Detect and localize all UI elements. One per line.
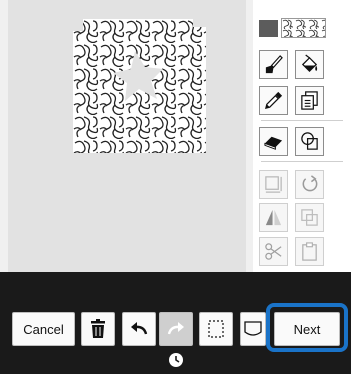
mirror-button[interactable] <box>259 203 288 232</box>
tool-panel <box>253 0 351 272</box>
duplicate-icon <box>301 209 318 226</box>
paintbrush-icon <box>265 55 283 74</box>
clock-icon <box>168 352 184 368</box>
overlap-shapes-icon <box>301 132 318 150</box>
paintbrush-fill-button[interactable] <box>259 50 288 79</box>
eyedropper-icon <box>265 91 283 109</box>
duplicate-button[interactable] <box>295 203 324 232</box>
trash-icon <box>91 319 105 338</box>
stipple-pattern-region <box>73 19 206 153</box>
mirror-flip-icon <box>265 209 282 226</box>
stacked-pages-icon <box>301 91 318 110</box>
status-strip <box>0 272 351 302</box>
editor-window: Cancel Next <box>0 0 351 374</box>
delete-button[interactable] <box>81 312 115 346</box>
paste-button[interactable] <box>295 237 324 266</box>
undo-button[interactable] <box>122 312 156 346</box>
redo-button[interactable] <box>159 312 193 346</box>
edit-canvas[interactable] <box>8 0 246 272</box>
cancel-label: Cancel <box>23 321 64 337</box>
rotate-button[interactable] <box>295 170 324 199</box>
eyedropper-button[interactable] <box>259 86 288 115</box>
fill-pattern-swatch[interactable] <box>281 18 326 38</box>
tool-separator <box>261 120 343 121</box>
resize-icon <box>265 176 282 193</box>
frame-shape-button[interactable] <box>240 312 266 346</box>
frame-shape-icon <box>244 321 262 336</box>
scissors-icon <box>265 243 282 260</box>
paint-bucket-button[interactable] <box>295 50 324 79</box>
tool-separator <box>261 161 343 162</box>
select-area-button[interactable] <box>199 312 233 346</box>
cut-button[interactable] <box>259 237 288 266</box>
eraser-icon <box>264 136 283 150</box>
redo-icon <box>167 322 184 335</box>
next-button-highlight <box>266 303 348 352</box>
dashed-select-icon <box>208 320 224 338</box>
shape-select-button[interactable] <box>295 127 324 156</box>
fill-color-swatch[interactable] <box>259 20 278 37</box>
resize-button[interactable] <box>259 170 288 199</box>
undo-icon <box>131 322 148 335</box>
stipple-pattern-image <box>73 19 206 153</box>
clipboard-icon <box>302 242 317 261</box>
rotate-icon <box>302 175 318 192</box>
paint-bucket-icon <box>301 54 318 73</box>
cancel-button[interactable]: Cancel <box>12 312 75 346</box>
eraser-button[interactable] <box>259 127 288 156</box>
stamp-list-button[interactable] <box>295 86 324 115</box>
